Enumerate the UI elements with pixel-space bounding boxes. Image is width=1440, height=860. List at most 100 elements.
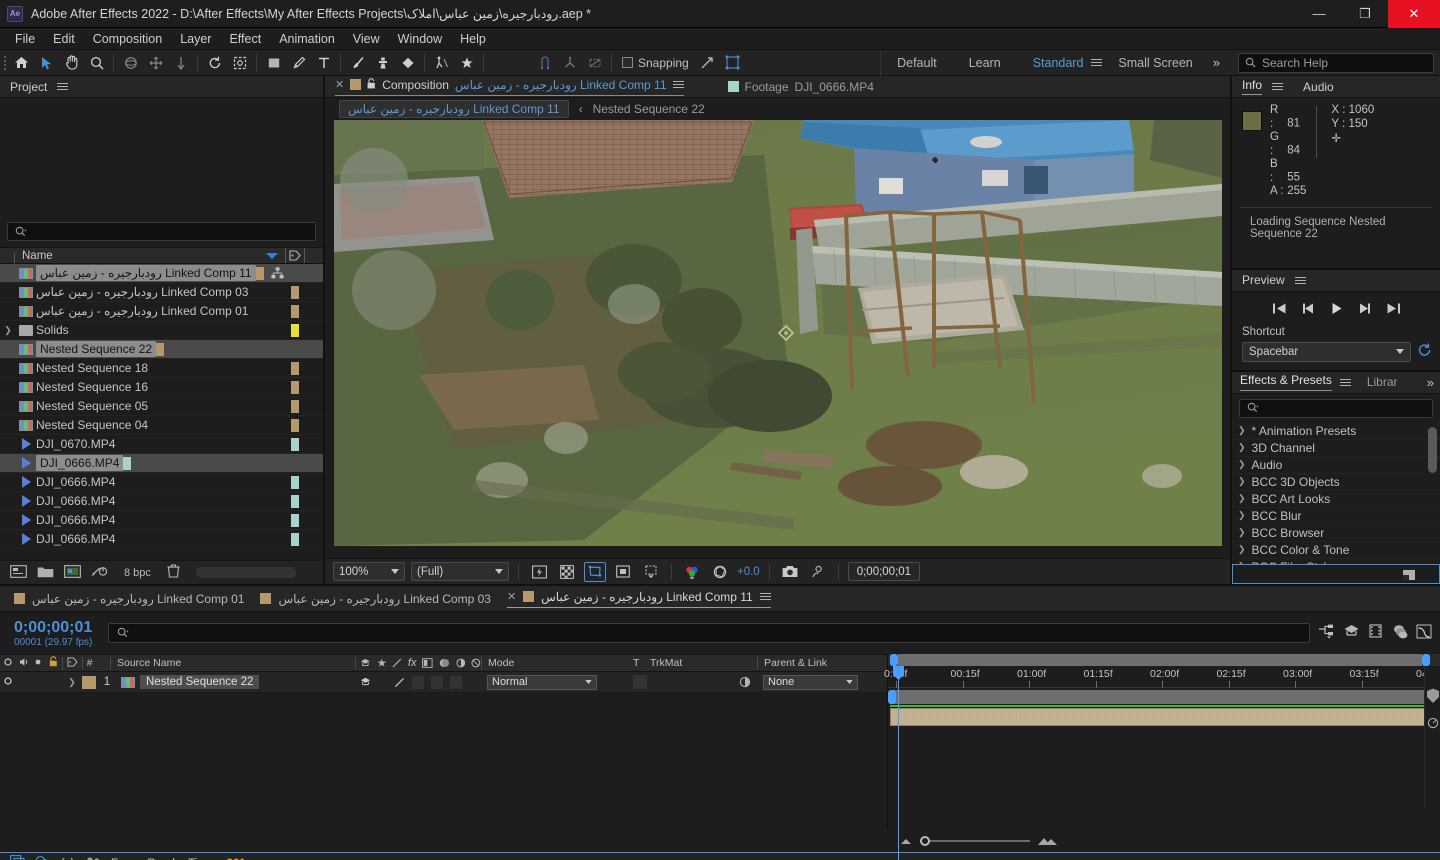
video-switch-icon[interactable] bbox=[0, 657, 16, 670]
new-folder-small-icon[interactable] bbox=[1402, 568, 1417, 582]
column-name[interactable]: Name bbox=[0, 250, 265, 264]
label-color-swatch[interactable] bbox=[291, 494, 299, 508]
workspace-menu-icon[interactable] bbox=[1091, 59, 1103, 66]
fast-preview-icon[interactable] bbox=[528, 562, 550, 582]
stopwatch-icon[interactable] bbox=[1426, 715, 1440, 729]
column-label[interactable] bbox=[285, 248, 305, 263]
layer-expand-icon[interactable]: ❯ bbox=[62, 677, 82, 688]
new-folder-icon[interactable] bbox=[37, 565, 54, 581]
list-item[interactable]: ❯ BCC Blur bbox=[1232, 508, 1440, 525]
effects-overflow-icon[interactable]: » bbox=[1427, 375, 1434, 390]
exposure-value[interactable]: +0.0 bbox=[737, 566, 760, 578]
minimize-icon[interactable]: — bbox=[1296, 0, 1342, 28]
blend-mode-select[interactable]: Normal bbox=[487, 674, 597, 690]
timeline-tab-comp03[interactable]: رودبارجیره - زمین عباس Linked Comp 03 bbox=[260, 592, 491, 606]
dolly-tool-icon[interactable] bbox=[168, 51, 193, 75]
workspace-standard[interactable]: Standard bbox=[1017, 50, 1100, 76]
layer-video-toggle[interactable] bbox=[0, 676, 16, 689]
motion-blur-filmstrip-icon[interactable] bbox=[1368, 624, 1384, 642]
workspace-default[interactable]: Default bbox=[881, 50, 953, 76]
label-color-swatch[interactable] bbox=[255, 266, 264, 280]
project-item-list[interactable]: رودبارجیره - زمین عباس Linked Comp 11 رود… bbox=[0, 264, 323, 560]
effects-category-list[interactable]: ❯ * Animation Presets ❯ 3D Channel ❯ Audio ❯ BC… bbox=[1232, 423, 1440, 564]
list-item[interactable]: Nested Sequence 18 bbox=[0, 359, 323, 378]
show-snapshot-icon[interactable] bbox=[807, 562, 829, 582]
viewer-panel-menu-icon[interactable] bbox=[672, 81, 684, 88]
snap-mode-icon[interactable] bbox=[695, 51, 720, 75]
chevron-right-icon[interactable]: ❯ bbox=[1238, 493, 1246, 504]
workspace-overflow-icon[interactable]: » bbox=[1209, 55, 1230, 70]
lock-icon[interactable] bbox=[367, 77, 376, 92]
layer-label-swatch[interactable] bbox=[82, 675, 96, 689]
previous-frame-icon[interactable] bbox=[1301, 302, 1316, 318]
mode-column[interactable]: Mode bbox=[481, 657, 633, 669]
sort-descending-icon[interactable] bbox=[265, 252, 279, 260]
tab-effects-presets[interactable]: Effects & Presets bbox=[1240, 373, 1332, 391]
list-item[interactable]: ❯ BCC Art Looks bbox=[1232, 491, 1440, 508]
team-project-icon[interactable] bbox=[85, 856, 101, 860]
hand-tool-icon[interactable] bbox=[59, 51, 84, 75]
layer-number-column[interactable]: # bbox=[82, 657, 96, 669]
search-help-input[interactable]: Search Help bbox=[1238, 52, 1434, 73]
menu-view[interactable]: View bbox=[344, 28, 389, 50]
menu-layer[interactable]: Layer bbox=[171, 28, 220, 50]
solo-switch-icon[interactable] bbox=[32, 657, 44, 669]
label-color-swatch[interactable] bbox=[291, 437, 299, 451]
tab-info[interactable]: Info bbox=[1242, 78, 1263, 95]
layer-clip-bar[interactable] bbox=[890, 708, 1430, 726]
list-item[interactable]: Nested Sequence 04 bbox=[0, 416, 323, 435]
reset-shortcut-icon[interactable] bbox=[1417, 343, 1432, 360]
list-item[interactable]: ❯ 3D Channel bbox=[1232, 440, 1440, 457]
project-settings-icon[interactable] bbox=[91, 565, 108, 581]
snapping-checkbox[interactable] bbox=[622, 57, 633, 68]
draft-3d-icon[interactable] bbox=[1343, 624, 1360, 642]
list-item[interactable]: ❯ BCC Color & Tone bbox=[1232, 542, 1440, 559]
lock-switch-icon[interactable] bbox=[44, 656, 62, 670]
viewer-timecode[interactable]: 0;00;00;01 bbox=[847, 562, 921, 581]
label-color-swatch[interactable] bbox=[291, 304, 299, 318]
exposure-reset-icon[interactable] bbox=[709, 562, 731, 582]
comp-grid-guides-icon[interactable] bbox=[640, 562, 662, 582]
close-tab-icon[interactable]: ✕ bbox=[335, 78, 344, 91]
zoom-level-select[interactable]: 100% bbox=[333, 562, 405, 581]
layer-mode-cell[interactable]: Normal bbox=[481, 674, 633, 690]
label-color-swatch[interactable] bbox=[291, 532, 299, 546]
tab-audio[interactable]: Audio bbox=[1303, 80, 1334, 94]
last-frame-icon[interactable] bbox=[1386, 302, 1401, 318]
breadcrumb-child[interactable]: Nested Sequence 22 bbox=[593, 102, 705, 116]
pen-tool-icon[interactable] bbox=[286, 51, 311, 75]
label-color-swatch[interactable] bbox=[291, 323, 299, 337]
label-color-swatch[interactable] bbox=[291, 361, 299, 375]
tab-preview[interactable]: Preview bbox=[1242, 273, 1285, 287]
toggle-switches-modes-icon[interactable] bbox=[10, 855, 25, 860]
list-item[interactable]: DJI_0666.MP4 bbox=[0, 473, 323, 492]
timeline-panel-menu-icon[interactable] bbox=[759, 593, 771, 600]
work-area-span[interactable] bbox=[898, 654, 1422, 666]
camera-orbit-axis-icon[interactable] bbox=[532, 51, 557, 75]
composition-flowchart-icon[interactable] bbox=[268, 267, 288, 279]
timeline-search-input[interactable] bbox=[108, 623, 1310, 643]
brush-tool-icon[interactable] bbox=[345, 51, 370, 75]
zoom-in-icon[interactable] bbox=[1036, 836, 1058, 846]
puppet-pin-icon[interactable] bbox=[429, 51, 454, 75]
breadcrumb-active[interactable]: رودبارجیره - زمین عباس Linked Comp 11 bbox=[339, 100, 569, 118]
list-item[interactable]: ❯ Solids bbox=[0, 321, 323, 340]
roto-brush-icon[interactable] bbox=[227, 51, 252, 75]
adjust-columns-icon[interactable] bbox=[60, 856, 75, 860]
composition-mini-flowchart-icon[interactable] bbox=[1318, 624, 1335, 642]
label-color-swatch[interactable] bbox=[291, 418, 299, 432]
maximize-icon[interactable]: ❐ bbox=[1342, 0, 1388, 28]
chevron-right-icon[interactable]: ❯ bbox=[1238, 544, 1246, 555]
list-item[interactable]: ❯ * Animation Presets bbox=[1232, 423, 1440, 440]
composition-renderer-icon[interactable] bbox=[35, 855, 50, 860]
close-icon[interactable]: ✕ bbox=[1388, 0, 1440, 28]
chevron-right-icon[interactable]: ❯ bbox=[1238, 476, 1246, 487]
zoom-tool-icon[interactable] bbox=[84, 51, 109, 75]
effects-scrollbar[interactable] bbox=[1428, 426, 1437, 473]
menu-window[interactable]: Window bbox=[389, 28, 451, 50]
play-icon[interactable] bbox=[1330, 302, 1343, 318]
work-area-end-handle[interactable] bbox=[1422, 654, 1430, 666]
transform-box-icon[interactable] bbox=[720, 51, 745, 75]
eraser-tool-icon[interactable] bbox=[395, 51, 420, 75]
timeline-tab-comp01[interactable]: رودبارجیره - زمین عباس Linked Comp 01 bbox=[14, 592, 244, 606]
